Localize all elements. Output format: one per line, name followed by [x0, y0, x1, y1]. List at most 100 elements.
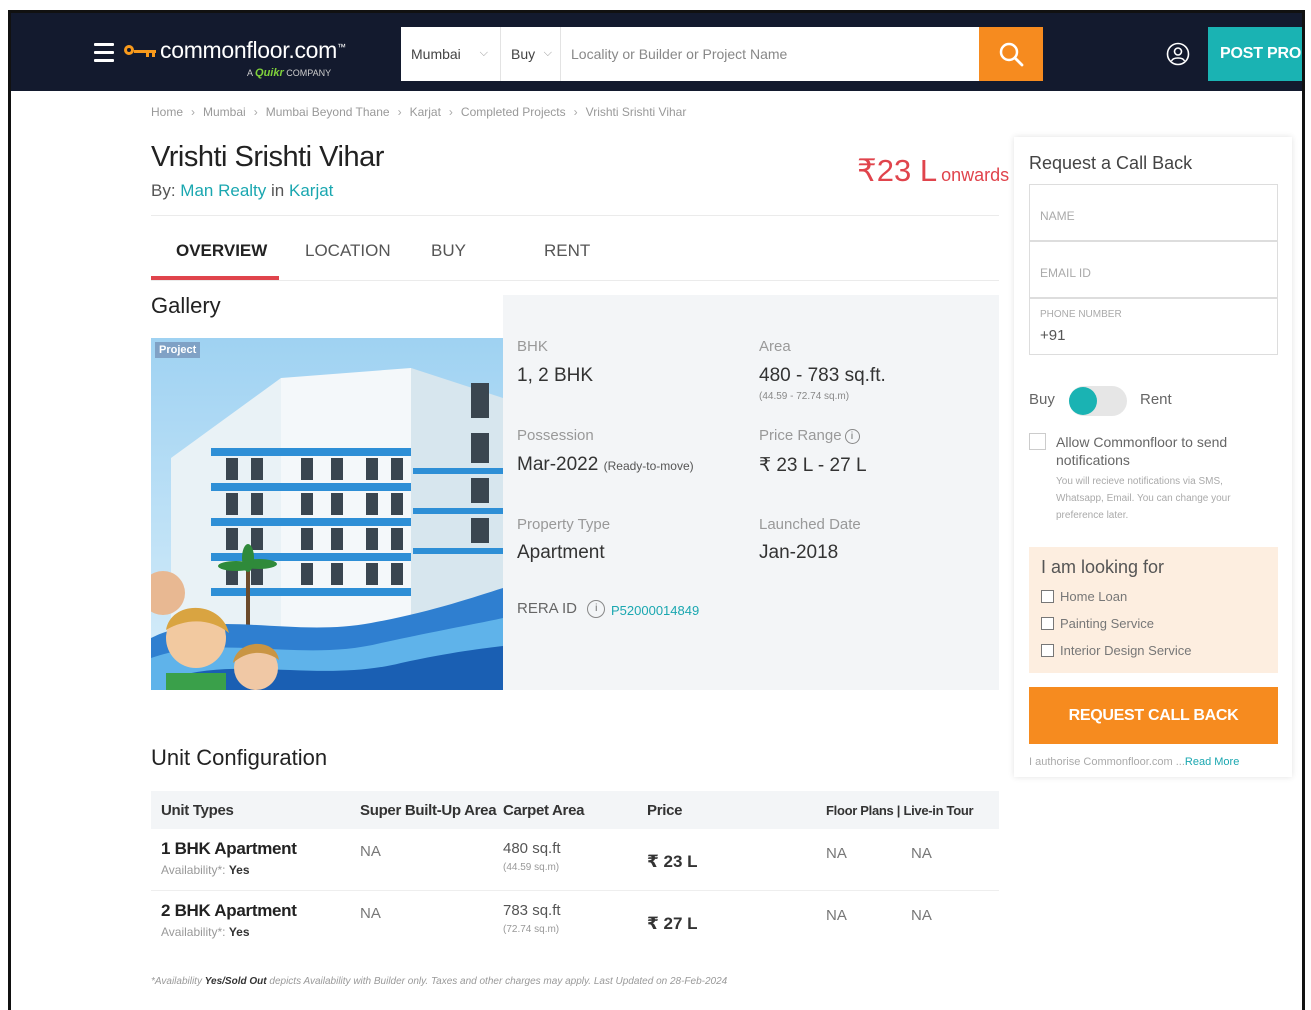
tab-buy[interactable]: BUY: [431, 241, 466, 283]
column-header-super-built-up: Super Built-Up Area: [360, 802, 497, 819]
logo-trademark: ™: [337, 41, 347, 52]
post-property-button[interactable]: POST PROPERTY: [1208, 27, 1302, 81]
column-header-floor-plans: Floor Plans | Live-in Tour: [826, 803, 974, 818]
possession-value: Mar-2022 (Ready-to-move): [517, 454, 694, 475]
possession-label: Possession: [517, 427, 594, 444]
breadcrumb-separator-icon: ›: [448, 105, 453, 119]
listing-type-select[interactable]: Buy ⌵: [501, 27, 561, 81]
unit-availability: Availability*: Yes: [161, 925, 250, 939]
info-icon[interactable]: i: [844, 428, 860, 444]
divider: [151, 215, 999, 216]
phone-label: PHONE NUMBER: [1040, 309, 1122, 320]
bhk-label: BHK: [517, 338, 548, 355]
rera-id-link[interactable]: P52000014849: [611, 603, 699, 618]
user-account-icon[interactable]: [1166, 42, 1190, 66]
area-label: Area: [759, 338, 791, 355]
chevron-down-icon: ⌵: [543, 47, 552, 59]
unit-type: 2 BHK Apartment: [161, 901, 297, 920]
notification-consent-subtext: You will recieve notifications via SMS, …: [1056, 476, 1231, 521]
launched-date-label: Launched Date: [759, 516, 861, 533]
breadcrumb-separator-icon: ›: [191, 105, 196, 119]
buy-rent-toggle[interactable]: [1069, 386, 1127, 416]
option-interior-design[interactable]: Interior Design Service: [1041, 643, 1192, 658]
checkbox[interactable]: [1041, 590, 1054, 603]
notification-consent-text: Allow Commonfloor to send notifications: [1056, 434, 1228, 468]
table-row: 2 BHK Apartment Availability*: Yes NA 78…: [151, 891, 999, 953]
column-header-unit-types: Unit Types: [161, 802, 234, 819]
table-row: 1 BHK Apartment Availability*: Yes NA 48…: [151, 829, 999, 891]
breadcrumb-item[interactable]: Completed Projects: [461, 105, 566, 119]
project-gallery-image[interactable]: Project: [151, 338, 503, 690]
request-call-back-button[interactable]: REQUEST CALL BACK: [1029, 687, 1278, 744]
building-illustration: [151, 338, 503, 690]
carpet-area-sqm: (44.59 sq.m): [503, 862, 560, 873]
builder-link[interactable]: Man Realty: [180, 181, 266, 200]
hamburger-menu-icon[interactable]: [94, 43, 114, 63]
carpet-area-sqm: (72.74 sq.m): [503, 924, 560, 935]
table-header: Unit Types Super Built-Up Area Carpet Ar…: [151, 791, 999, 829]
breadcrumb-item: Vrishti Srishti Vihar: [585, 105, 687, 119]
callback-title: Request a Call Back: [1029, 153, 1193, 173]
price-range-label: Price Range i: [759, 427, 860, 444]
city-select[interactable]: Mumbai ⌵: [401, 27, 501, 81]
unit-price: ₹ 23 L: [647, 852, 698, 871]
project-info-panel: BHK 1, 2 BHK Area 480 - 783 sq.ft. (44.5…: [503, 295, 999, 690]
floor-plan: NA: [826, 907, 847, 924]
email-field[interactable]: EMAIL ID: [1029, 241, 1278, 298]
read-more-link[interactable]: Read More: [1185, 756, 1239, 768]
area-value: 480 - 783 sq.ft.: [759, 365, 886, 386]
key-logo-icon: [124, 43, 160, 59]
rera-label: RERA ID i: [517, 600, 606, 619]
unit-price: ₹ 27 L: [647, 914, 698, 933]
live-in-tour: NA: [911, 845, 932, 862]
live-in-tour: NA: [911, 907, 932, 924]
carpet-area: 783 sq.ft: [503, 902, 561, 919]
property-type-label: Property Type: [517, 516, 611, 533]
option-home-loan[interactable]: Home Loan: [1041, 589, 1127, 604]
project-title: Vrishti Srishti Vihar: [151, 141, 384, 173]
browser-frame: commonfloor.com ™ A Quikr COMPANY Mumbai…: [8, 10, 1305, 1010]
breadcrumb-item[interactable]: Karjat: [410, 105, 441, 119]
unit-configuration-table: Unit Types Super Built-Up Area Carpet Ar…: [151, 791, 999, 953]
location-link[interactable]: Karjat: [289, 181, 333, 200]
phone-field[interactable]: [1029, 298, 1278, 355]
info-icon[interactable]: i: [587, 600, 606, 619]
phone-prefix: +91: [1040, 327, 1066, 344]
tab-location[interactable]: LOCATION: [305, 241, 391, 283]
gallery-title: Gallery: [151, 293, 221, 318]
breadcrumb-item[interactable]: Mumbai Beyond Thane: [266, 105, 390, 119]
breadcrumb-separator-icon: ›: [573, 105, 578, 119]
divider: [151, 280, 999, 281]
unit-type: 1 BHK Apartment: [161, 839, 297, 858]
tab-rent[interactable]: RENT: [544, 241, 590, 283]
notification-checkbox[interactable]: [1029, 433, 1046, 450]
toggle-knob: [1069, 387, 1097, 415]
property-type-value: Apartment: [517, 542, 605, 563]
search-input[interactable]: [561, 27, 979, 81]
breadcrumb-separator-icon: ›: [397, 105, 402, 119]
super-built-up-area: NA: [360, 843, 381, 860]
looking-for-section: I am looking for Home Loan Painting Serv…: [1029, 547, 1278, 673]
breadcrumb: Home › Mumbai › Mumbai Beyond Thane › Karjat › C…: [151, 105, 686, 119]
commonfloor-logo[interactable]: commonfloor.com ™: [124, 37, 346, 64]
search-icon: [999, 42, 1024, 67]
price-range-value: ₹ 23 L - 27 L: [759, 455, 867, 476]
rent-label: Rent: [1140, 391, 1172, 408]
buy-label: Buy: [1029, 391, 1055, 408]
column-header-price: Price: [647, 802, 683, 819]
chevron-down-icon: ⌵: [479, 47, 488, 59]
checkbox[interactable]: [1041, 644, 1054, 657]
search-button[interactable]: [979, 27, 1043, 81]
name-field[interactable]: NAME: [1029, 184, 1278, 241]
option-painting-service[interactable]: Painting Service: [1041, 616, 1154, 631]
project-price: ₹23 Lonwards: [857, 153, 1010, 188]
area-sqm: (44.59 - 72.74 sq.m): [759, 391, 850, 402]
breadcrumb-item[interactable]: Mumbai: [203, 105, 246, 119]
breadcrumb-item[interactable]: Home: [151, 105, 183, 119]
request-callback-form: Request a Call Back NAME EMAIL ID PHONE …: [1014, 137, 1292, 777]
authorise-text: I authorise Commonfloor.com ...Read More: [1029, 756, 1240, 768]
unit-configuration-title: Unit Configuration: [151, 745, 328, 770]
floor-plan: NA: [826, 845, 847, 862]
logo-text: commonfloor.com: [160, 37, 338, 63]
checkbox[interactable]: [1041, 617, 1054, 630]
